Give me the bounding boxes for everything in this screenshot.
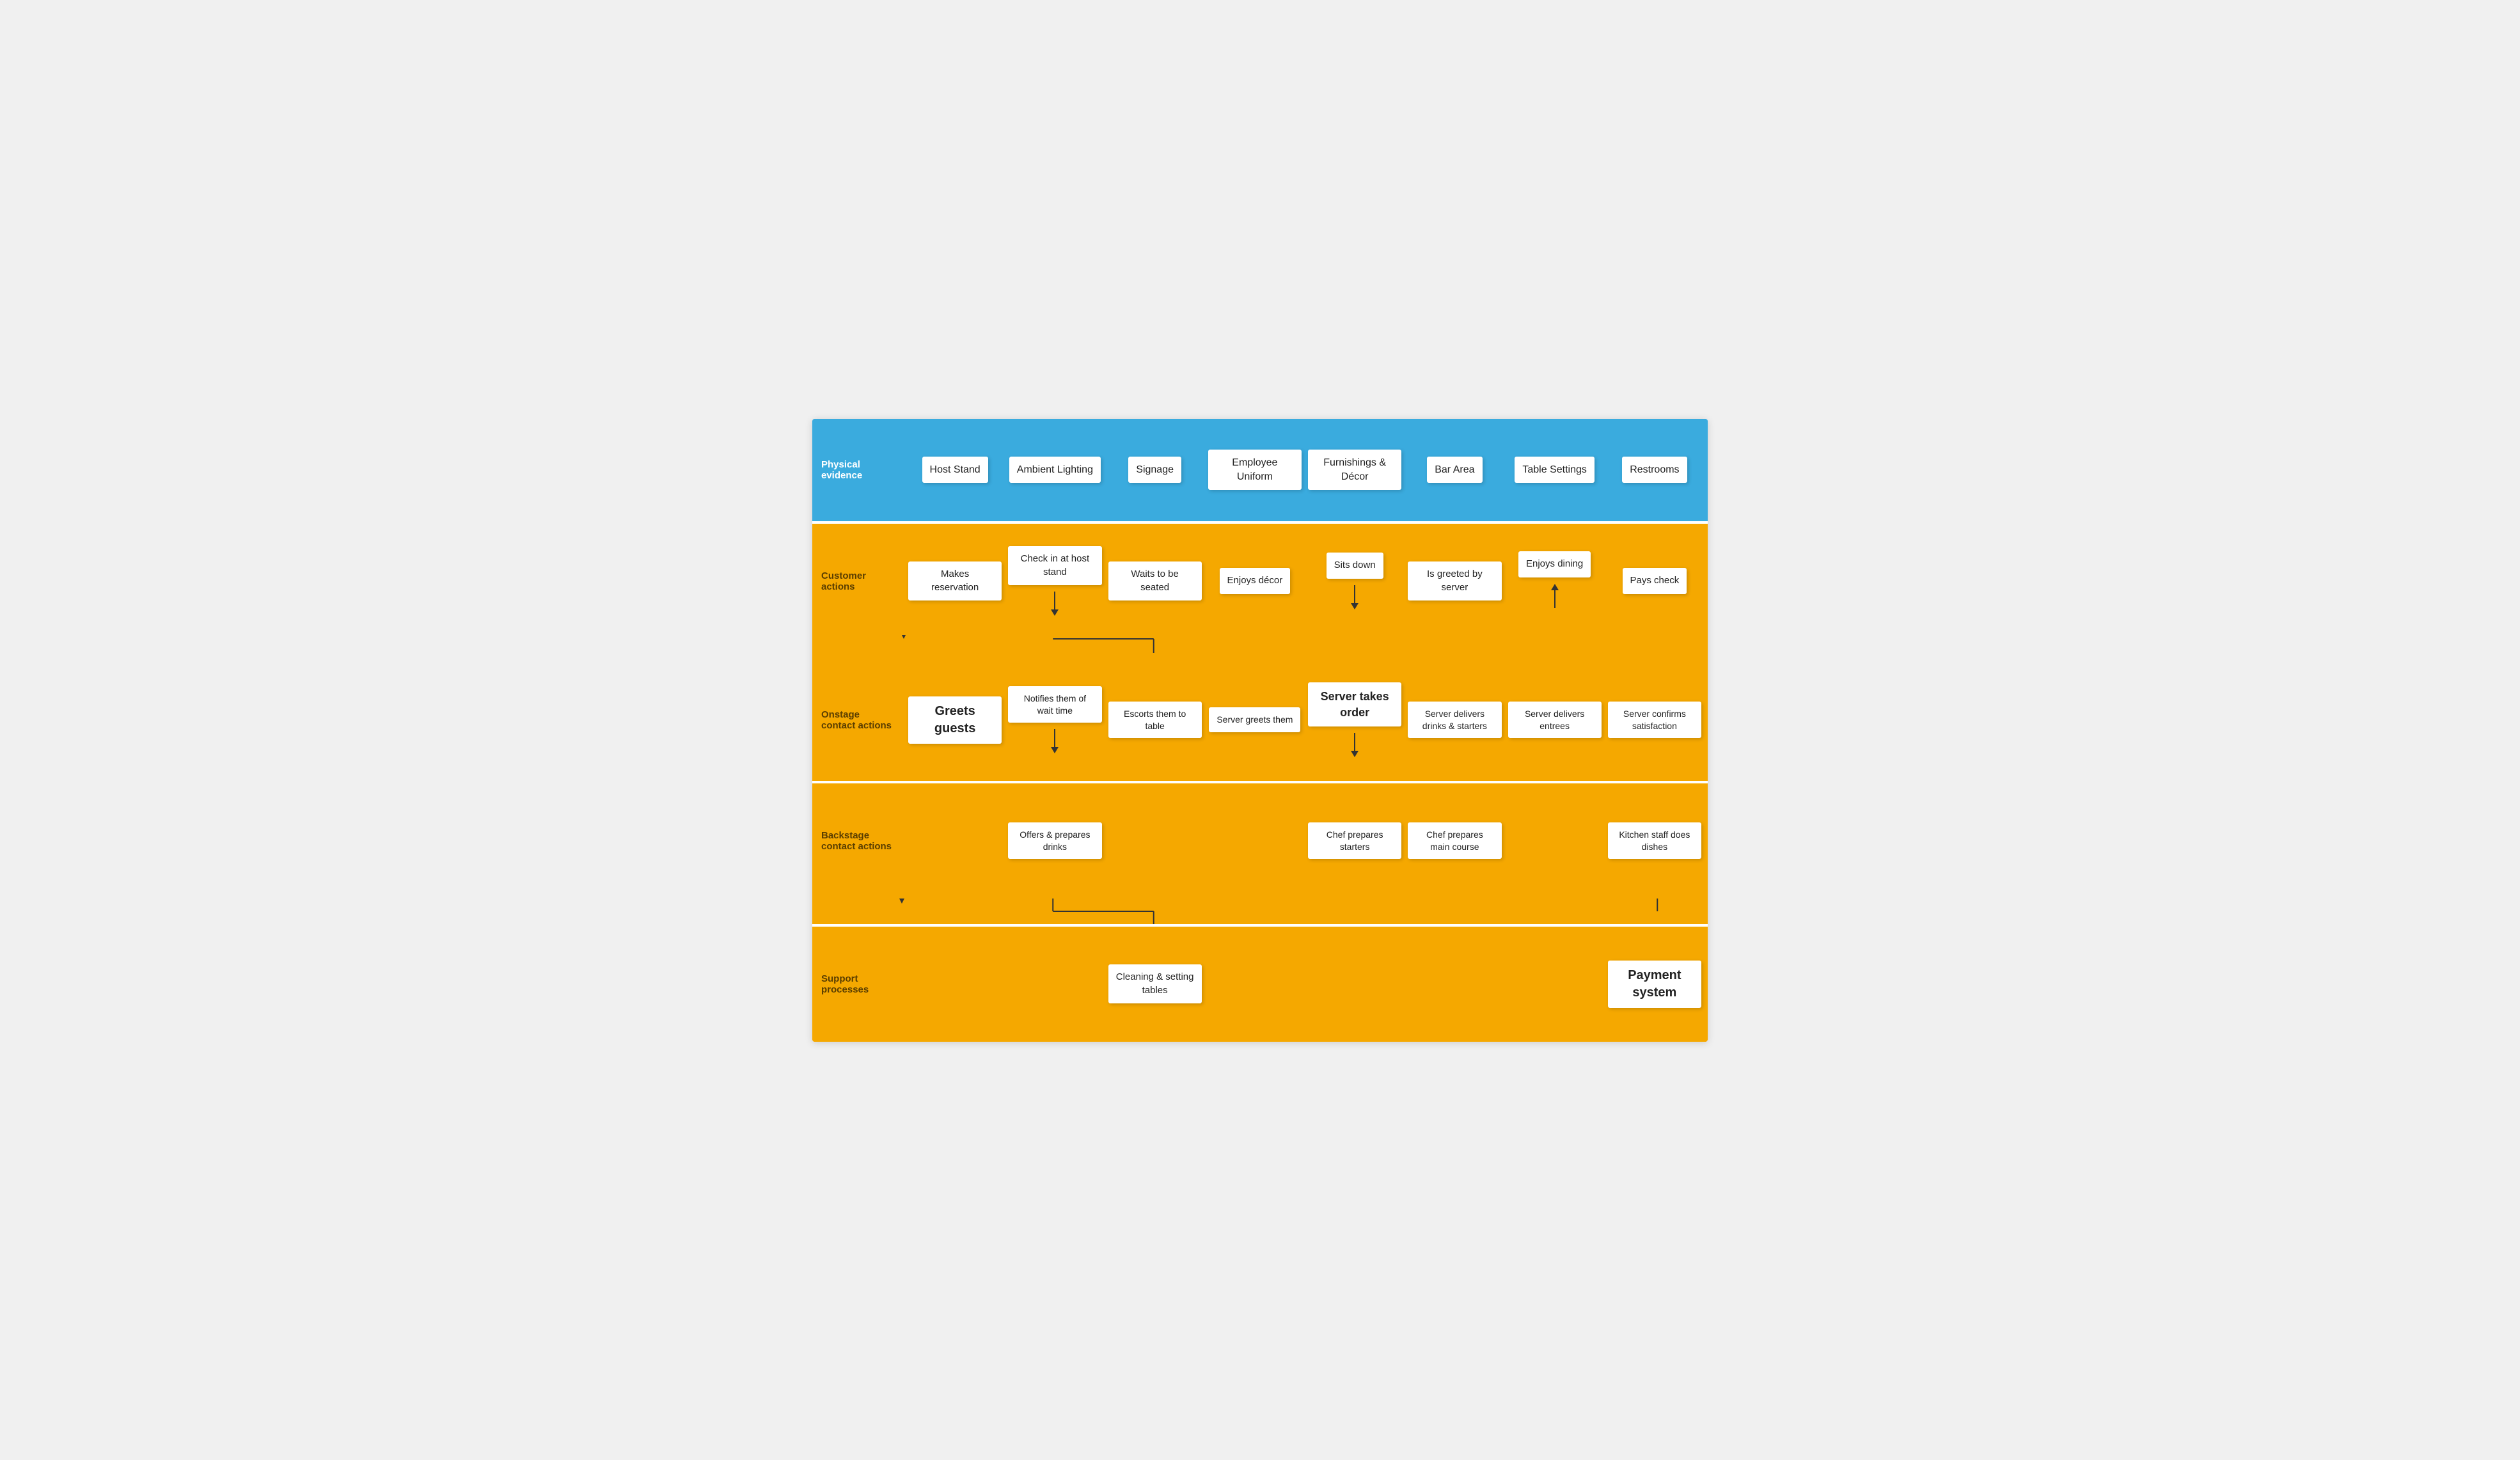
onstage-label: Onstage contact actions xyxy=(812,659,902,781)
support-row: Support processes Cleaning & setting tab… xyxy=(812,927,1708,1042)
physical-evidence-label: Physical evidence xyxy=(812,419,902,521)
cust-col-2: Check in at host stand xyxy=(1008,546,1101,616)
onstage-content: Greets guests Notifies them of wait time… xyxy=(902,659,1708,781)
inter-content-1 xyxy=(902,639,1708,659)
sup-col-8: Payment system xyxy=(1608,961,1701,1008)
arrow-cust-2-down xyxy=(1051,592,1059,616)
arrow-on-5-down xyxy=(1351,733,1358,757)
phys-col-6: Bar Area xyxy=(1408,457,1501,483)
on-card-3: Escorts them to table xyxy=(1108,702,1202,739)
on-col-1: Greets guests xyxy=(908,696,1002,744)
cust-col-1: Makes reservation xyxy=(908,561,1002,600)
physical-evidence-content: Host Stand Ambient Lighting Signage Empl… xyxy=(902,419,1708,521)
cust-col-8: Pays check xyxy=(1608,568,1701,593)
back-col-6: Chef prepares main course xyxy=(1408,822,1501,860)
cust-card-4: Enjoys décor xyxy=(1220,568,1291,593)
on-col-3: Escorts them to table xyxy=(1108,702,1202,739)
arrow-cust-5-down xyxy=(1351,585,1358,609)
physical-evidence-row: Physical evidence Host Stand Ambient Lig… xyxy=(812,419,1708,521)
sup-card-3: Cleaning & setting tables xyxy=(1108,964,1202,1003)
back-card-6: Chef prepares main course xyxy=(1408,822,1501,860)
phys-col-2: Ambient Lighting xyxy=(1008,457,1101,483)
phys-card-4: Employee Uniform xyxy=(1208,450,1302,490)
on-col-4: Server greets them xyxy=(1208,707,1302,732)
customer-actions-label: Customer actions xyxy=(812,524,902,639)
sup-col-3: Cleaning & setting tables xyxy=(1108,964,1202,1003)
support-label: Support processes xyxy=(812,927,902,1042)
connector-svg-1 xyxy=(902,639,1708,659)
phys-col-8: Restrooms xyxy=(1608,457,1701,483)
cust-card-5: Sits down xyxy=(1327,553,1383,578)
support-content: Cleaning & setting tables Payment system xyxy=(902,927,1708,1042)
on-card-4: Server greets them xyxy=(1209,707,1300,732)
cust-card-6: Is greeted by server xyxy=(1408,561,1501,600)
on-col-6: Server delivers drinks & starters xyxy=(1408,702,1501,739)
phys-card-6: Bar Area xyxy=(1427,457,1482,483)
backstage-content: Offers & prepares drinks Chef prepares s… xyxy=(902,783,1708,899)
phys-col-7: Table Settings xyxy=(1508,457,1602,483)
customer-actions-content: Makes reservation Check in at host stand… xyxy=(902,524,1708,639)
backstage-label: Backstage contact actions xyxy=(812,783,902,899)
inter-content-2 xyxy=(902,899,1708,924)
on-col-5: Server takes order xyxy=(1308,682,1401,757)
service-blueprint: Physical evidence Host Stand Ambient Lig… xyxy=(812,419,1708,1042)
on-col-8: Server confirms satisfaction xyxy=(1608,702,1701,739)
on-card-5: Server takes order xyxy=(1308,682,1401,726)
on-card-7: Server delivers entrees xyxy=(1508,702,1602,739)
on-col-7: Server delivers entrees xyxy=(1508,702,1602,739)
phys-card-2: Ambient Lighting xyxy=(1009,457,1101,483)
on-col-2: Notifies them of wait time xyxy=(1008,686,1101,754)
arrow-cust-7-up xyxy=(1551,584,1559,608)
phys-card-8: Restrooms xyxy=(1622,457,1687,483)
back-col-8: Kitchen staff does dishes xyxy=(1608,822,1701,860)
phys-card-1: Host Stand xyxy=(922,457,988,483)
sup-card-8: Payment system xyxy=(1608,961,1701,1008)
inter-row-1 xyxy=(812,639,1708,659)
on-card-6: Server delivers drinks & starters xyxy=(1408,702,1501,739)
inter-label-space xyxy=(812,639,902,659)
cust-col-6: Is greeted by server xyxy=(1408,561,1501,600)
phys-card-3: Signage xyxy=(1128,457,1181,483)
cust-col-3: Waits to be seated xyxy=(1108,561,1202,600)
cust-card-1: Makes reservation xyxy=(908,561,1002,600)
phys-card-5: Furnishings & Décor xyxy=(1308,450,1401,490)
backstage-row: Backstage contact actions Offers & prepa… xyxy=(812,783,1708,899)
on-card-2: Notifies them of wait time xyxy=(1008,686,1101,723)
cust-col-5: Sits down xyxy=(1308,553,1401,609)
back-col-2: Offers & prepares drinks xyxy=(1008,822,1101,860)
phys-col-3: Signage xyxy=(1108,457,1202,483)
inter-label-space-2 xyxy=(812,899,902,924)
back-col-5: Chef prepares starters xyxy=(1308,822,1401,860)
cust-card-3: Waits to be seated xyxy=(1108,561,1202,600)
phys-col-1: Host Stand xyxy=(908,457,1002,483)
cust-col-4: Enjoys décor xyxy=(1208,568,1302,593)
phys-col-4: Employee Uniform xyxy=(1208,450,1302,490)
arrow-on-2-down xyxy=(1051,729,1059,753)
customer-actions-row: Customer actions Makes reservation Check… xyxy=(812,524,1708,639)
cust-card-7: Enjoys dining xyxy=(1518,551,1591,577)
back-card-5: Chef prepares starters xyxy=(1308,822,1401,860)
cust-card-2: Check in at host stand xyxy=(1008,546,1101,585)
inter-row-2 xyxy=(812,899,1708,924)
onstage-row: Onstage contact actions Greets guests No… xyxy=(812,659,1708,781)
cust-card-8: Pays check xyxy=(1623,568,1687,593)
phys-col-5: Furnishings & Décor xyxy=(1308,450,1401,490)
back-card-2: Offers & prepares drinks xyxy=(1008,822,1101,860)
cust-col-7: Enjoys dining xyxy=(1508,551,1602,610)
on-card-8: Server confirms satisfaction xyxy=(1608,702,1701,739)
connector-svg-2 xyxy=(902,899,1708,924)
phys-card-7: Table Settings xyxy=(1515,457,1595,483)
on-card-1: Greets guests xyxy=(908,696,1002,744)
back-card-8: Kitchen staff does dishes xyxy=(1608,822,1701,860)
